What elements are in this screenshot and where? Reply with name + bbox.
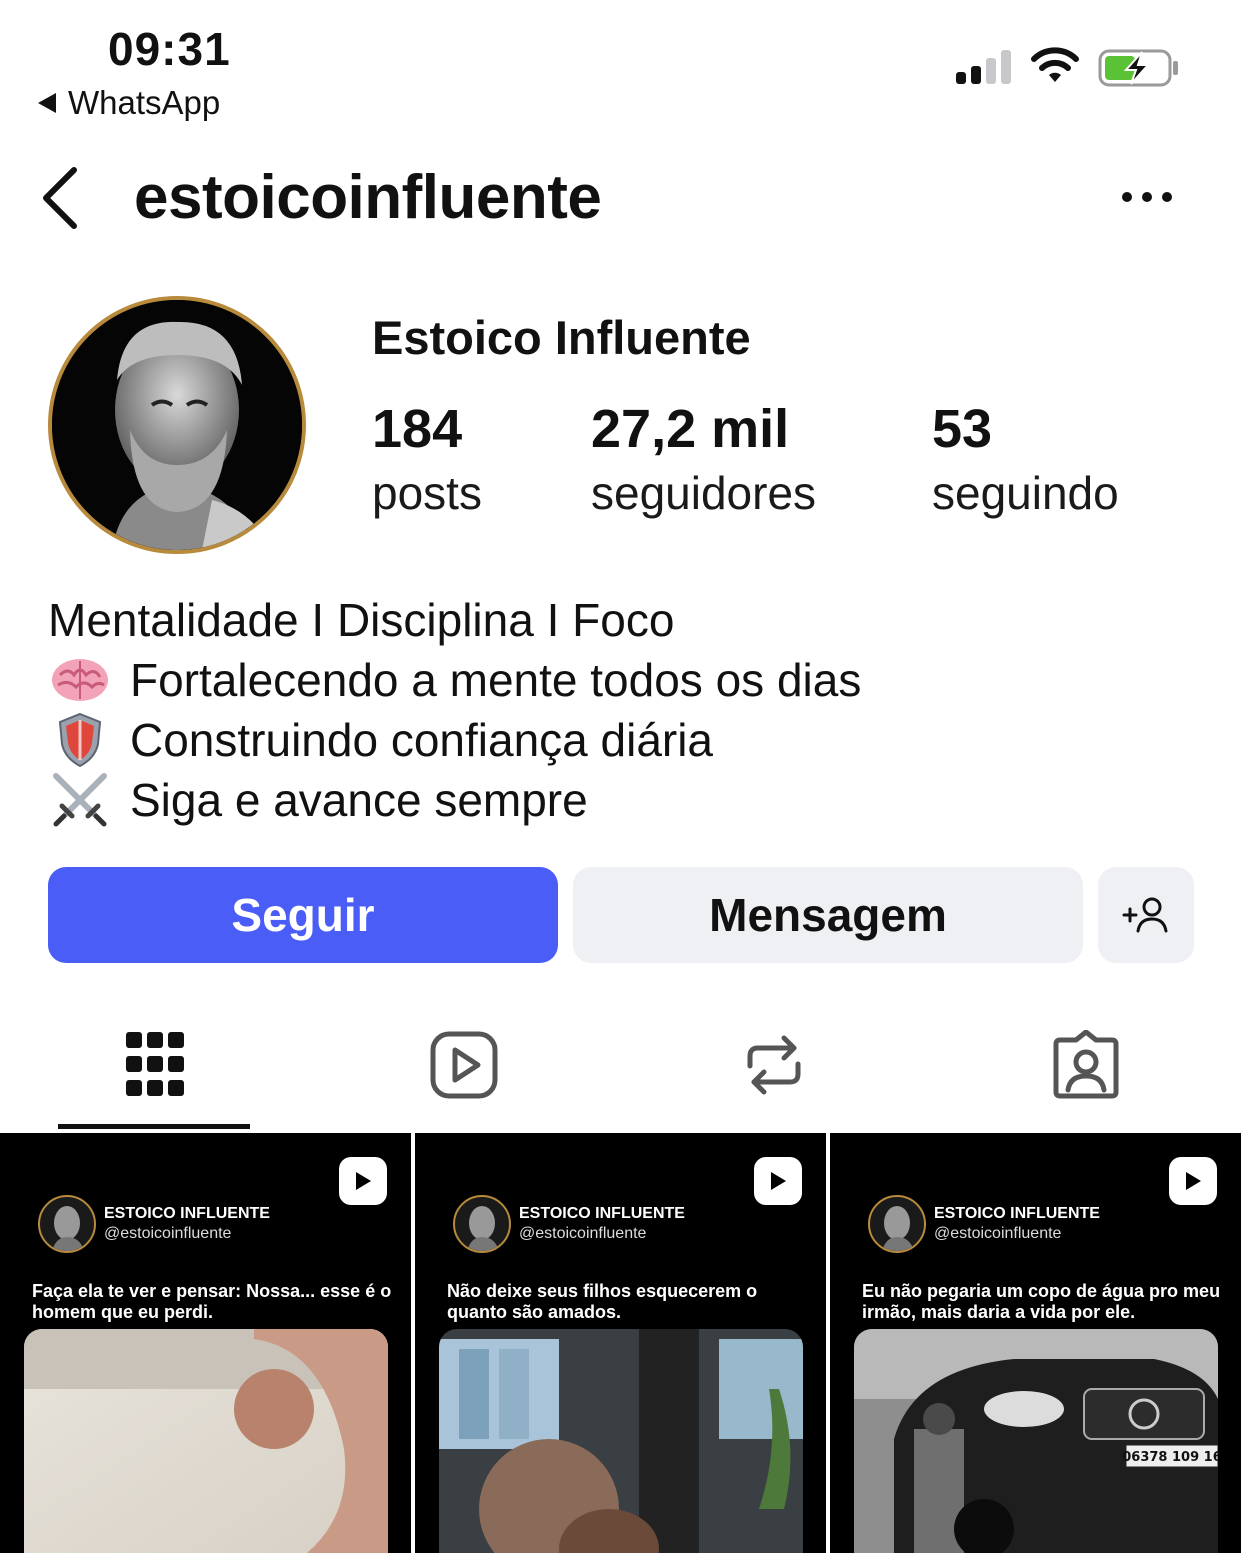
post-account-handle: @estoicoinfluente — [104, 1225, 232, 1242]
following-count-stat[interactable]: 53 seguindo — [932, 398, 1119, 520]
bio-line: Siga e avance sempre — [48, 770, 861, 830]
post-caption: Faça ela te ver e pensar: Nossa... esse … — [32, 1281, 392, 1322]
post-caption: Eu não pegaria um copo de água pro meu i… — [862, 1281, 1221, 1322]
back-triangle-icon — [38, 93, 56, 113]
tagged-icon — [1053, 1029, 1119, 1099]
posts-count-stat[interactable]: 184 posts — [372, 398, 482, 520]
profile-avatar[interactable] — [48, 296, 306, 554]
profile-username: estoicoinfluente — [134, 163, 602, 232]
stat-value: 53 — [932, 399, 993, 459]
crossed-swords-emoji-icon — [48, 772, 112, 828]
profile-display-name: Estoico Influente — [372, 311, 751, 364]
grid-post[interactable]: ESTOICO INFLUENTE @estoicoinfluente Eu n… — [830, 1133, 1241, 1553]
followers-count-stat[interactable]: 27,2 mil seguidores — [591, 398, 816, 520]
post-account-handle: @estoicoinfluente — [934, 1225, 1062, 1242]
bio-text: Siga e avance sempre — [130, 774, 588, 826]
tab-reposts[interactable] — [744, 1030, 804, 1105]
cellular-signal-icon — [956, 48, 1011, 84]
stat-label: posts — [372, 467, 482, 519]
tab-tagged[interactable] — [1052, 1029, 1120, 1105]
reposts-icon — [747, 1035, 801, 1095]
post-account-avatar — [453, 1195, 511, 1253]
tab-reels[interactable] — [430, 1030, 498, 1105]
follow-button[interactable]: Seguir — [48, 867, 558, 963]
suggest-people-button[interactable] — [1098, 867, 1194, 963]
post-account-avatar — [38, 1195, 96, 1253]
back-chevron-icon[interactable] — [40, 166, 80, 230]
message-button[interactable]: Mensagem — [573, 867, 1083, 963]
stat-value: 184 — [372, 399, 463, 459]
battery-charging-icon — [1098, 49, 1178, 87]
back-to-app-link[interactable]: WhatsApp — [38, 84, 220, 122]
active-tab-indicator — [58, 1124, 250, 1129]
post-account-name: ESTOICO INFLUENTE — [104, 1205, 270, 1222]
post-media-thumbnail — [24, 1329, 388, 1553]
license-plate-text: 06378 109 16 — [1122, 1450, 1218, 1465]
grid-icon — [126, 1032, 184, 1096]
post-media-thumbnail: 06378 109 16 — [854, 1329, 1218, 1553]
reel-play-icon — [754, 1157, 802, 1205]
reel-play-icon — [1169, 1157, 1217, 1205]
profile-bio: Mentalidade I Disciplina I Foco Fortalec… — [48, 590, 861, 830]
stat-label: seguindo — [932, 467, 1119, 519]
post-media-thumbnail — [439, 1329, 803, 1553]
bio-text: Mentalidade I Disciplina I Foco — [48, 594, 675, 646]
add-person-icon — [1122, 897, 1168, 933]
bio-line: Construindo confiança diária — [48, 710, 861, 770]
bio-text: Construindo confiança diária — [130, 714, 714, 766]
tab-posts-grid[interactable] — [126, 1030, 184, 1105]
reel-play-icon — [339, 1157, 387, 1205]
post-account-handle: @estoicoinfluente — [519, 1225, 647, 1242]
bio-line: Fortalecendo a mente todos os dias — [48, 650, 861, 710]
stat-label: seguidores — [591, 467, 817, 519]
wifi-icon — [1031, 47, 1079, 82]
post-account-name: ESTOICO INFLUENTE — [934, 1205, 1100, 1222]
brain-emoji-icon — [48, 652, 112, 708]
grid-post[interactable]: ESTOICO INFLUENTE @estoicoinfluente Faça… — [0, 1133, 411, 1553]
status-time: 09:31 — [108, 23, 231, 75]
reels-icon — [430, 1031, 498, 1099]
bio-line: Mentalidade I Disciplina I Foco — [48, 590, 861, 650]
stat-value: 27,2 mil — [591, 399, 790, 459]
shield-emoji-icon — [48, 712, 112, 768]
grid-post[interactable]: ESTOICO INFLUENTE @estoicoinfluente Não … — [415, 1133, 826, 1553]
post-account-avatar — [868, 1195, 926, 1253]
back-app-label: WhatsApp — [68, 84, 221, 121]
more-options-icon[interactable] — [1122, 192, 1172, 202]
posts-grid: ESTOICO INFLUENTE @estoicoinfluente Faça… — [0, 1133, 1242, 1553]
bio-text: Fortalecendo a mente todos os dias — [130, 654, 862, 706]
post-account-name: ESTOICO INFLUENTE — [519, 1205, 685, 1222]
stoic-bust-avatar-image — [52, 300, 302, 550]
post-caption: Não deixe seus filhos esquecerem o quant… — [447, 1281, 758, 1322]
